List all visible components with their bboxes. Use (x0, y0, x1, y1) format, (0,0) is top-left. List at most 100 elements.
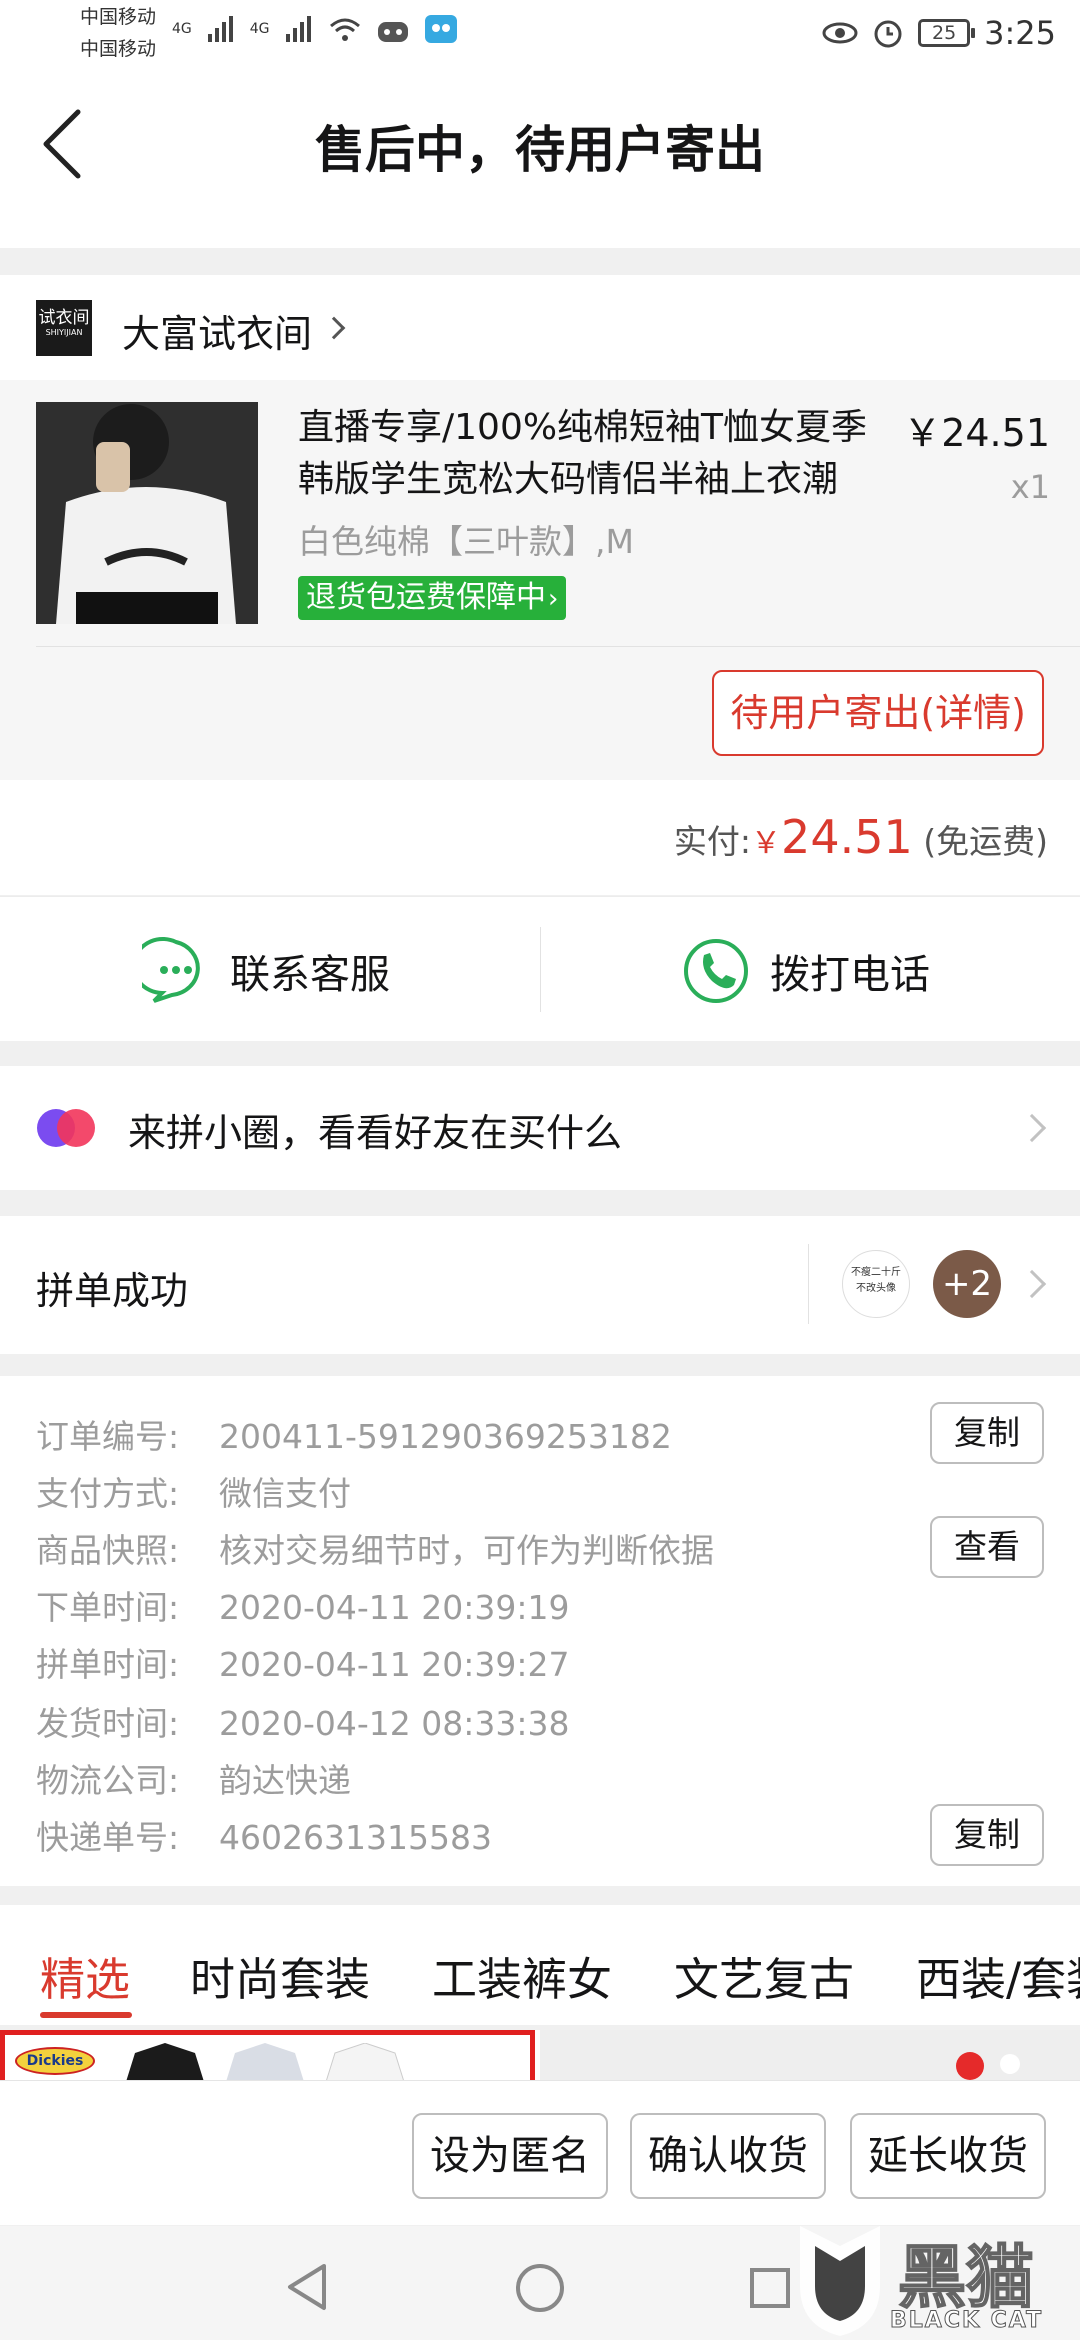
return-shipping-badge[interactable]: 退货包运费保障中› (298, 576, 567, 620)
contact-service-button[interactable]: 联系客服 (142, 937, 390, 1005)
shop-logo-subtext: SHIYIJIAN (45, 328, 83, 337)
paid-currency: ￥ (751, 826, 782, 861)
order-number-value: 200411-591290369253182 (219, 1417, 672, 1456)
circle-logo-icon (37, 1109, 95, 1147)
nav-back-icon[interactable] (284, 2262, 330, 2312)
product-title[interactable]: 直播专享/100%纯棉短袖T恤女夏季韩版学生宽松大码情侣半袖上衣潮 (298, 402, 888, 506)
signal-icon-2 (285, 16, 311, 42)
group-buy-row[interactable]: 拼单成功 不瘦二十斤 不改头像 +2 (0, 1216, 1080, 1354)
game-icon (377, 22, 408, 42)
contact-service-label: 联系客服 (230, 952, 390, 998)
wifi-icon (329, 18, 360, 41)
nav-home-icon[interactable] (514, 2262, 566, 2314)
watermark-cn: 黑猫 (897, 2238, 1035, 2319)
call-phone-button[interactable]: 拨打电话 (682, 937, 930, 1005)
order-time-row: 下单时间: 2020-04-11 20:39:19 (36, 1581, 569, 1629)
snapshot-label: 商品快照: (36, 1531, 180, 1570)
carrier-label-1: 中国移动 (80, 6, 157, 28)
tab-cargo-pants[interactable]: 工装裤女 (432, 1943, 612, 2008)
payment-method-value: 微信支付 (219, 1474, 351, 1513)
payment-method-label: 支付方式: (36, 1474, 180, 1513)
group-time-row: 拼单时间: 2020-04-11 20:39:27 (36, 1638, 569, 1686)
group-buy-status: 拼单成功 (36, 1269, 189, 1313)
friend-circle-row[interactable]: 来拼小圈，看看好友在买什么 (0, 1066, 1080, 1190)
member-avatar[interactable]: 不瘦二十斤 不改头像 (842, 1250, 910, 1318)
copy-order-number-button[interactable]: 复制 (930, 1402, 1044, 1464)
badge-chevron-icon: › (548, 584, 559, 614)
view-snapshot-button[interactable]: 查看 (930, 1516, 1044, 1578)
recommendation-tabs: 精选 时尚套装 工装裤女 文艺复古 西装/套装 (0, 1905, 1080, 2025)
tracking-number-value: 4602631315583 (219, 1818, 492, 1857)
friend-circle-text: 来拼小圈，看看好友在买什么 (128, 1111, 623, 1155)
network-type-1: 4G (172, 21, 192, 37)
network-type-2: 4G (249, 21, 270, 37)
paid-label: 实付: (673, 822, 752, 861)
nav-recents-icon[interactable] (748, 2266, 792, 2310)
tab-suits[interactable]: 西装/套装 (916, 1943, 1080, 2008)
shirt-images (126, 2043, 404, 2080)
divider (540, 927, 541, 1012)
status-bar: 中国移动 中国移动 4G 4G 25 3:25 (0, 0, 1080, 72)
avatar-text-line2: 不改头像 (856, 1283, 896, 1294)
extend-receipt-button[interactable]: 延长收货 (850, 2113, 1046, 2199)
ship-time-value: 2020-04-12 08:33:38 (219, 1704, 570, 1743)
carrier-label-2: 中国移动 (80, 38, 157, 60)
shop-row[interactable]: 试衣间 SHIYIJIAN 大富试衣间 (0, 275, 1080, 380)
battery-icon: 25 (918, 19, 976, 47)
product-price: ￥24.51 (903, 411, 1050, 455)
recommendation-strip: Dickies (0, 2030, 1080, 2080)
promo-card-left[interactable]: Dickies (0, 2030, 535, 2080)
snapshot-row: 商品快照: 核对交易细节时，可作为判断依据 (36, 1524, 714, 1572)
watermark-en: BLACK CAT (889, 2308, 1044, 2334)
tracking-number-label: 快递单号: (36, 1818, 180, 1857)
status-right: 25 3:25 (822, 14, 1056, 52)
shipping-note: (免运费) (923, 822, 1048, 861)
courier-row: 物流公司: 韵达快递 (36, 1754, 351, 1802)
call-phone-label: 拨打电话 (770, 952, 930, 998)
product-image (956, 2052, 1020, 2080)
avatar-text-line1: 不瘦二十斤 (851, 1267, 901, 1278)
promo-card-right[interactable] (540, 2030, 1080, 2080)
paid-amount: 实付:￥24.51 (免运费) (674, 810, 1048, 864)
copy-tracking-number-button[interactable]: 复制 (930, 1804, 1044, 1866)
eye-comfort-icon (822, 22, 858, 44)
courier-label: 物流公司: (36, 1761, 180, 1800)
alarm-icon (874, 20, 902, 48)
brand-logo: Dickies (15, 2047, 95, 2075)
await-user-ship-button[interactable]: 待用户寄出(详情) (712, 670, 1044, 756)
goods-card[interactable]: 直播专享/100%纯棉短袖T恤女夏季韩版学生宽松大码情侣半袖上衣潮 ￥24.51… (0, 380, 1080, 780)
payment-summary: 实付:￥24.51 (免运费) (0, 780, 1080, 895)
return-shipping-text: 退货包运费保障中 (306, 580, 546, 615)
product-photo (36, 402, 258, 624)
active-tab-indicator (40, 2012, 132, 2018)
phone-icon (684, 939, 748, 1003)
product-thumbnail[interactable] (36, 402, 258, 624)
divider (808, 1244, 809, 1324)
app-notify-icon (424, 15, 457, 43)
more-members-avatar[interactable]: +2 (933, 1250, 1001, 1318)
group-time-label: 拼单时间: (36, 1645, 180, 1684)
tab-retro[interactable]: 文艺复古 (674, 1943, 854, 2008)
order-number-row: 订单编号: 200411-591290369253182 (36, 1410, 672, 1458)
chevron-right-icon (1017, 1269, 1047, 1299)
ship-time-label: 发货时间: (36, 1704, 180, 1743)
group-time-value: 2020-04-11 20:39:27 (219, 1645, 570, 1684)
shop-name[interactable]: 大富试衣间 (122, 303, 312, 358)
set-anonymous-button[interactable]: 设为匿名 (412, 2113, 608, 2199)
order-time-label: 下单时间: (36, 1588, 180, 1627)
status-icons: 4G 4G (172, 14, 458, 44)
chat-bubble-icon (142, 937, 200, 1003)
product-quantity: x1 (1010, 468, 1050, 506)
tab-featured[interactable]: 精选 (40, 1943, 130, 2008)
shop-logo: 试衣间 SHIYIJIAN (36, 300, 92, 356)
tracking-number-row: 快递单号: 4602631315583 (36, 1811, 492, 1859)
product-spec: 白色纯棉【三叶款】,M (298, 522, 634, 561)
top-nav-bar: 售后中，待用户寄出 (0, 72, 1080, 248)
contact-row: 联系客服 拨打电话 (0, 896, 1080, 1041)
bottom-action-bar: 设为匿名 确认收货 延长收货 (0, 2080, 1080, 2225)
tab-fashion-sets[interactable]: 时尚套装 (190, 1943, 370, 2008)
courier-value: 韵达快递 (219, 1761, 351, 1800)
signal-icon (207, 16, 233, 42)
ship-time-row: 发货时间: 2020-04-12 08:33:38 (36, 1697, 569, 1745)
confirm-receipt-button[interactable]: 确认收货 (630, 2113, 826, 2199)
